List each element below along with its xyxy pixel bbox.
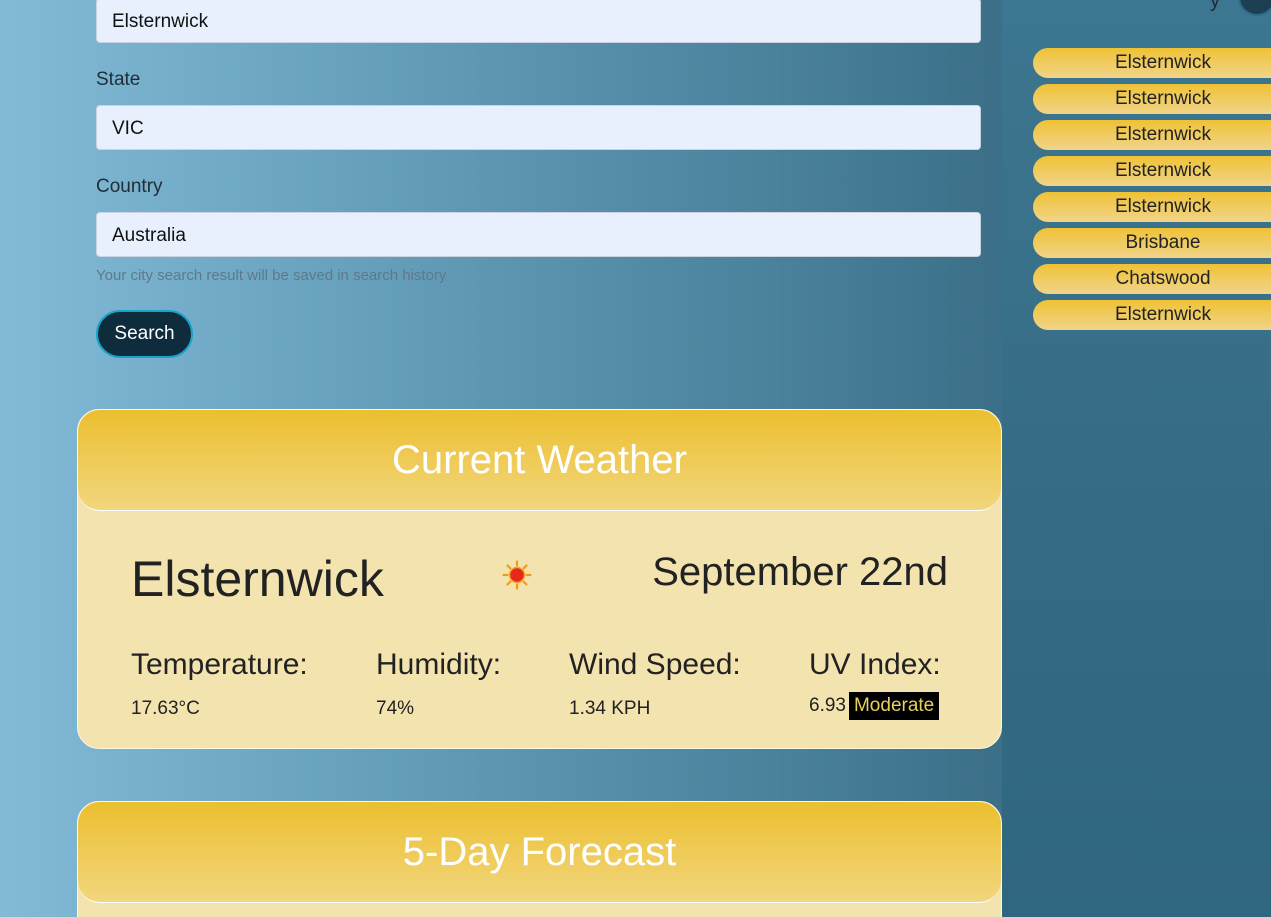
wind-speed-label: Wind Speed: <box>569 648 741 681</box>
search-history-list: Elsternwick Elsternwick Elsternwick Elst… <box>1033 48 1271 336</box>
history-item[interactable]: Elsternwick <box>1033 48 1271 78</box>
humidity-label: Humidity: <box>376 648 502 681</box>
current-weather-header: Current Weather <box>78 410 1001 511</box>
wind-speed-value: 1.34 KPH <box>569 698 651 719</box>
uv-index-value: 6.93 <box>809 695 846 716</box>
sidebar-heading-fragment: y <box>1210 0 1220 12</box>
history-item[interactable]: Elsternwick <box>1033 300 1271 330</box>
uv-rating-badge: Moderate <box>848 692 940 720</box>
sun-icon <box>502 560 532 590</box>
history-item[interactable]: Elsternwick <box>1033 192 1271 222</box>
temperature-value: 17.63°C <box>131 698 200 719</box>
history-item[interactable]: Elsternwick <box>1033 120 1271 150</box>
temperature-label: Temperature: <box>131 648 308 681</box>
current-weather-card: Current Weather Elsternwick September 22… <box>77 409 1002 749</box>
history-item[interactable]: Chatswood <box>1033 264 1271 294</box>
current-date: September 22nd <box>652 550 948 594</box>
city-input[interactable]: Elsternwick <box>96 0 981 43</box>
search-button[interactable]: Search <box>96 310 193 358</box>
history-item[interactable]: Elsternwick <box>1033 84 1271 114</box>
search-hint: Your city search result will be saved in… <box>96 267 447 284</box>
state-input[interactable]: VIC <box>96 105 981 150</box>
country-label: Country <box>96 176 163 197</box>
humidity-value: 74% <box>376 698 415 719</box>
history-item[interactable]: Brisbane <box>1033 228 1271 258</box>
city-name: Elsternwick <box>131 551 384 607</box>
forecast-header: 5-Day Forecast <box>78 802 1001 903</box>
search-history-sidebar: y Elsternwick Elsternwick Elsternwick El… <box>1002 0 1271 917</box>
forecast-card: 5-Day Forecast <box>77 801 1002 917</box>
country-input[interactable]: Australia <box>96 212 981 257</box>
uv-index-label: UV Index: <box>809 648 941 681</box>
history-item[interactable]: Elsternwick <box>1033 156 1271 186</box>
sidebar-avatar <box>1238 0 1271 16</box>
state-label: State <box>96 69 141 90</box>
uv-index-value-group: 6.93 Moderate <box>809 692 940 720</box>
